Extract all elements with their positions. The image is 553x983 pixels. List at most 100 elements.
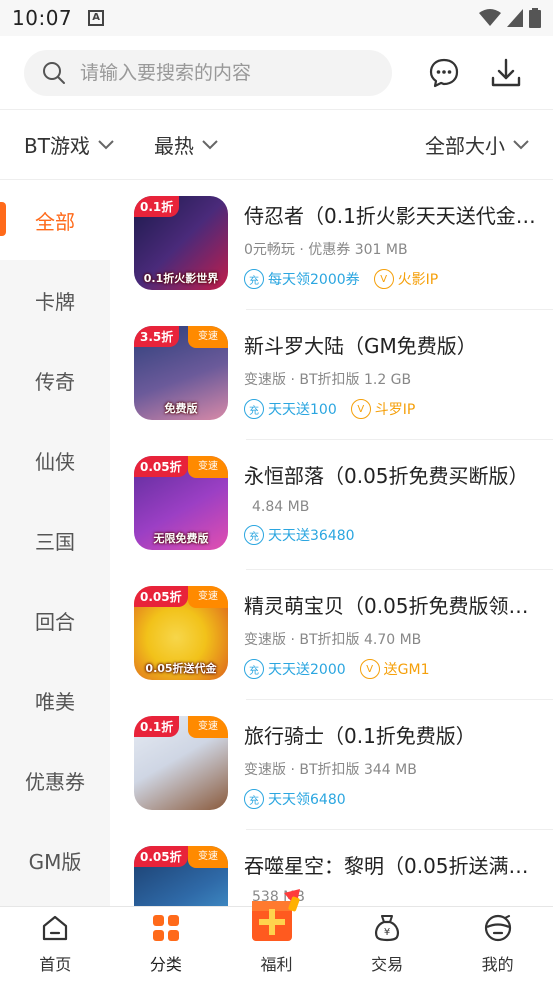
profile-icon (481, 911, 515, 945)
filter-label: 全部大小 (425, 134, 505, 158)
game-tags: 充天天送36480 (244, 525, 553, 545)
sidebar-item-xianxia[interactable]: 仙侠 (0, 420, 110, 500)
game-title: 新斗罗大陆（GM免费版） (244, 334, 477, 358)
icon-caption: 0.1折火影世界 (143, 272, 219, 285)
notification-icon: A (88, 10, 105, 26)
game-row[interactable]: 0.05折 变速 0.05折送代金 精灵萌宝贝（0.05折免费版领… 变速版 ·… (110, 570, 553, 700)
message-button[interactable] (424, 53, 464, 93)
nav-category[interactable]: 分类 (111, 907, 222, 983)
chevron-down-icon (513, 139, 529, 149)
icon-caption: 0.05折送代金 (145, 662, 217, 675)
nav-home[interactable]: 首页 (0, 907, 111, 983)
discount-badge: 0.05折 (134, 586, 188, 607)
category-sidebar: 全部 卡牌 传奇 仙侠 三国 回合 唯美 优惠券 GM版 (0, 180, 110, 906)
status-indicators (479, 8, 541, 28)
nav-label: 我的 (481, 955, 514, 974)
game-meta: 变速版 · BT折扣版 4.70 MB (244, 632, 422, 648)
chevron-down-icon (98, 139, 114, 149)
game-meta: 4.84 MB (252, 499, 310, 515)
game-icon: 0.05折 变速 无限免费版 (134, 456, 228, 550)
nav-welfare[interactable]: 福利 (221, 889, 332, 983)
speed-badge: 变速 (188, 456, 228, 478)
recharge-icon: 充 (244, 525, 264, 545)
game-row[interactable]: 0.05折 变速 吞噬星空：黎明（0.05折送满… 538 MB (110, 830, 553, 906)
game-icon: 0.05折 变速 0.05折送代金 (134, 586, 228, 680)
recharge-icon: 充 (244, 789, 264, 809)
recharge-tag: 充天天送100 (244, 399, 337, 419)
game-info: 精灵萌宝贝（0.05折免费版领… 变速版 · BT折扣版 4.70 MB 充天天… (244, 590, 553, 679)
tag-text: 天天领6480 (268, 792, 346, 808)
recharge-icon: 充 (244, 269, 264, 289)
search-icon (43, 61, 65, 84)
game-icon: 0.05折 变速 (134, 846, 228, 906)
game-meta: 变速版 · BT折扣版 1.2 GB (244, 372, 412, 388)
signal-icon (507, 9, 523, 27)
filter-label: BT游戏 (24, 134, 90, 158)
speed-badge: 变速 (188, 716, 228, 738)
icon-caption: 无限免费版 (153, 532, 209, 545)
speed-badge: 变速 (188, 326, 228, 348)
status-time: 10:07 (12, 6, 73, 30)
tag-text: 送GM1 (383, 662, 430, 678)
tag-text: 天天送2000 (268, 662, 346, 678)
game-title: 侍忍者（0.1折火影天天送代金… (244, 204, 536, 228)
battery-icon (529, 8, 541, 28)
bottom-nav: 首页 分类 福利 ¥ 交易 我的 (0, 889, 553, 983)
recharge-tag: 充天天送2000 (244, 659, 346, 679)
tag-text: 每天领2000券 (268, 272, 360, 288)
download-icon (491, 58, 521, 86)
game-row[interactable]: 3.5折 变速 免费版 新斗罗大陆（GM免费版） 变速版 · BT折扣版 1.2… (110, 310, 553, 440)
game-title: 永恒部落（0.05折免费买断版） (244, 464, 529, 488)
recharge-icon: 充 (244, 399, 264, 419)
filter-bar: BT游戏 最热 全部大小 (0, 110, 553, 180)
category-icon (149, 911, 183, 945)
trade-icon: ¥ (370, 911, 404, 945)
game-info: 侍忍者（0.1折火影天天送代金… 0元畅玩 · 优惠券 301 MB 充每天领2… (244, 200, 553, 289)
icon-caption: 免费版 (164, 402, 198, 415)
game-row[interactable]: 0.05折 变速 无限免费版 永恒部落（0.05折免费买断版） 4.84 MB … (110, 440, 553, 570)
search-input[interactable] (80, 61, 360, 84)
discount-badge: 0.1折 (134, 716, 180, 737)
game-title: 吞噬星空：黎明（0.05折送满… (244, 854, 529, 878)
game-tags: 充天天领6480 (244, 789, 553, 809)
discount-badge: 3.5折 (134, 326, 180, 347)
game-icon: 0.1折 变速 (134, 716, 228, 810)
vip-icon: V (350, 399, 371, 419)
recharge-tag: 充天天领6480 (244, 789, 346, 809)
download-button[interactable] (486, 53, 526, 93)
filter-sort[interactable]: 最热 (154, 130, 218, 159)
game-tags: 充天天送100 V 斗罗IP (244, 399, 553, 419)
game-title: 旅行骑士（0.1折免费版） (244, 724, 476, 748)
vip-tag: V 送GM1 (359, 659, 430, 679)
nav-profile[interactable]: 我的 (442, 907, 553, 983)
search-box[interactable] (24, 49, 392, 96)
game-meta: 变速版 · BT折扣版 344 MB (244, 762, 417, 778)
sidebar-item-card[interactable]: 卡牌 (0, 260, 110, 340)
nav-label: 交易 (371, 955, 404, 974)
nav-trade[interactable]: ¥ 交易 (332, 907, 443, 983)
sidebar-item-three-kingdoms[interactable]: 三国 (0, 500, 110, 580)
sidebar-item-aesthetic[interactable]: 唯美 (0, 660, 110, 740)
speed-badge: 变速 (188, 846, 228, 868)
sidebar-item-legend[interactable]: 传奇 (0, 340, 110, 420)
game-tags: 充天天送2000 V 送GM1 (244, 659, 553, 679)
filter-game-type[interactable]: BT游戏 (24, 130, 114, 159)
game-icon: 3.5折 变速 免费版 (134, 326, 228, 420)
nav-label: 首页 (39, 955, 72, 974)
status-bar: 10:07 A (0, 0, 553, 36)
welfare-icon (252, 889, 301, 941)
sidebar-item-turn-based[interactable]: 回合 (0, 580, 110, 660)
sidebar-item-all[interactable]: 全部 (0, 180, 110, 260)
search-header (0, 36, 553, 110)
svg-text:¥: ¥ (384, 927, 390, 938)
recharge-icon: 充 (244, 659, 264, 679)
filter-size[interactable]: 全部大小 (425, 130, 529, 159)
game-row[interactable]: 0.1折 0.1折火影世界 侍忍者（0.1折火影天天送代金… 0元畅玩 · 优惠… (110, 180, 553, 310)
game-row[interactable]: 0.1折 变速 旅行骑士（0.1折免费版） 变速版 · BT折扣版 344 MB… (110, 700, 553, 830)
vip-tag: V 火影IP (373, 269, 438, 289)
chevron-down-icon (202, 139, 218, 149)
sidebar-item-gm[interactable]: GM版 (0, 820, 110, 900)
game-icon: 0.1折 0.1折火影世界 (134, 196, 228, 290)
sidebar-item-coupon[interactable]: 优惠券 (0, 740, 110, 820)
vip-tag: V 斗罗IP (350, 399, 415, 419)
